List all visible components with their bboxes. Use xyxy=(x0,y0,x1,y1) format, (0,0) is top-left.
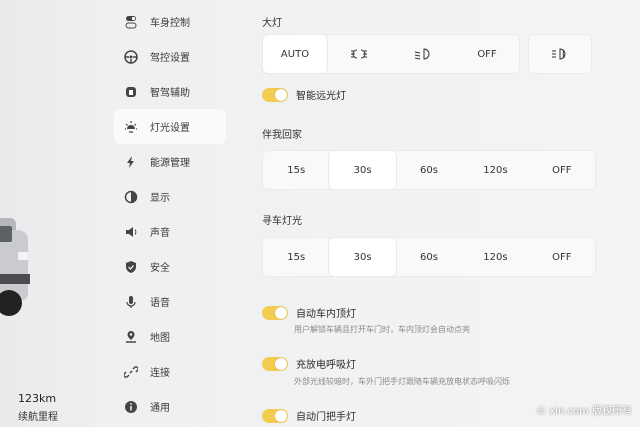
sidebar-item-label: 驾控设置 xyxy=(150,53,190,64)
headlight-title: 大灯 xyxy=(262,18,282,29)
sidebar-item-drive-control[interactable]: 驾控设置 xyxy=(114,39,226,74)
auto-dome-light-toggle[interactable] xyxy=(262,305,288,320)
sidebar-item-display[interactable]: 显示 xyxy=(114,179,226,214)
sidebar-item-energy[interactable]: 能源管理 xyxy=(114,144,226,179)
auto-handle-light-toggle[interactable] xyxy=(262,408,288,423)
low-beam-icon xyxy=(414,48,430,60)
headlight-auto-option[interactable]: AUTO xyxy=(263,35,327,73)
speaker-icon xyxy=(124,225,138,239)
fog-light-icon xyxy=(552,48,566,60)
sidebar-item-connect[interactable]: 连接 xyxy=(114,354,226,389)
sidebar-item-voice[interactable]: 语音 xyxy=(114,284,226,319)
fog-light-button[interactable] xyxy=(528,34,592,74)
sidebar-item-label: 智驾辅助 xyxy=(150,88,190,99)
sidebar-item-label: 语音 xyxy=(150,298,170,309)
sidebar-item-label: 安全 xyxy=(150,263,170,274)
light-settings-panel: 大灯 AUTO OFF 智能远光灯 伴我回家 15s 30s 60s 120s … xyxy=(262,0,640,427)
headlight-mode-selector: AUTO OFF xyxy=(262,34,520,74)
sidebar-item-label: 能源管理 xyxy=(150,158,190,169)
follow-me-home-option[interactable]: 15s xyxy=(263,151,329,189)
sidebar-item-label: 车身控制 xyxy=(150,18,190,29)
charge-breath-light-toggle[interactable] xyxy=(262,356,288,371)
auto-handle-light-row: 自动门把手灯 xyxy=(262,408,356,423)
auto-dome-light-row: 自动车内顶灯 xyxy=(262,305,356,320)
sidebar-item-lights[interactable]: 灯光设置 xyxy=(114,109,226,144)
assist-driving-icon xyxy=(124,85,138,99)
copyright-watermark: © xin.com 版权所有 xyxy=(536,406,632,417)
charge-breath-light-desc: 外部光线较暗时，车外门把手灯跟随车辆充放电状态呼吸闪烁 xyxy=(294,377,510,386)
follow-me-home-option[interactable]: 120s xyxy=(462,151,528,189)
follow-me-home-option[interactable]: OFF xyxy=(529,151,595,189)
sidebar-item-label: 连接 xyxy=(150,368,170,379)
sidebar-item-label: 地图 xyxy=(150,333,170,344)
headlight-position-option[interactable] xyxy=(327,35,391,73)
shield-icon xyxy=(124,260,138,274)
find-car-selector: 15s 30s 60s 120s OFF xyxy=(262,237,596,277)
auto-handle-light-label: 自动门把手灯 xyxy=(296,412,356,423)
follow-me-home-selector: 15s 30s 60s 120s OFF xyxy=(262,150,596,190)
follow-me-home-option[interactable]: 60s xyxy=(396,151,462,189)
lightning-icon xyxy=(124,155,138,169)
find-car-option[interactable]: 15s xyxy=(263,238,329,276)
auto-dome-light-desc: 用户解锁车辆且打开车门时，车内顶灯会自动点亮 xyxy=(294,325,470,334)
smart-high-beam-toggle[interactable] xyxy=(262,87,288,102)
info-icon xyxy=(124,400,138,414)
sidebar-item-label: 显示 xyxy=(150,193,170,204)
sidebar-item-assist[interactable]: 智驾辅助 xyxy=(114,74,226,109)
smart-high-beam-label: 智能远光灯 xyxy=(296,91,346,102)
display-icon xyxy=(124,190,138,204)
position-light-icon xyxy=(351,49,367,59)
vehicle-toggle-icon xyxy=(124,15,138,29)
find-car-option[interactable]: 120s xyxy=(462,238,528,276)
headlight-low-beam-option[interactable] xyxy=(391,35,455,73)
smart-high-beam-row: 智能远光灯 xyxy=(262,87,346,102)
auto-dome-light-label: 自动车内顶灯 xyxy=(296,309,356,320)
light-icon xyxy=(124,120,138,134)
vehicle-panel: 123km 续航里程 xyxy=(0,0,108,427)
find-car-title: 寻车灯光 xyxy=(262,216,302,227)
map-pin-icon xyxy=(124,330,138,344)
settings-sidebar: 车身控制 驾控设置 智驾辅助 灯光设置 能源管理 显示 声音 安全 语音 地图 … xyxy=(114,4,226,424)
follow-me-home-title: 伴我回家 xyxy=(262,130,302,141)
steering-wheel-icon xyxy=(124,49,138,64)
microphone-icon xyxy=(124,295,138,309)
sidebar-item-map[interactable]: 地图 xyxy=(114,319,226,354)
headlight-off-option[interactable]: OFF xyxy=(455,35,519,73)
sidebar-item-label: 声音 xyxy=(150,228,170,239)
follow-me-home-option[interactable]: 30s xyxy=(329,151,396,189)
link-icon xyxy=(124,365,138,379)
range-label: 续航里程 xyxy=(18,412,58,423)
find-car-option[interactable]: OFF xyxy=(529,238,595,276)
sidebar-item-label: 灯光设置 xyxy=(150,123,190,134)
charge-breath-light-row: 充放电呼吸灯 xyxy=(262,356,356,371)
charge-breath-light-label: 充放电呼吸灯 xyxy=(296,360,356,371)
sidebar-item-body-control[interactable]: 车身控制 xyxy=(114,4,226,39)
sidebar-item-sound[interactable]: 声音 xyxy=(114,214,226,249)
range-value: 123km xyxy=(18,392,57,405)
sidebar-item-general[interactable]: 通用 xyxy=(114,389,226,424)
find-car-option[interactable]: 60s xyxy=(396,238,462,276)
sidebar-item-safety[interactable]: 安全 xyxy=(114,249,226,284)
find-car-option[interactable]: 30s xyxy=(329,238,396,276)
sidebar-item-label: 通用 xyxy=(150,403,170,414)
vehicle-image xyxy=(0,212,36,324)
